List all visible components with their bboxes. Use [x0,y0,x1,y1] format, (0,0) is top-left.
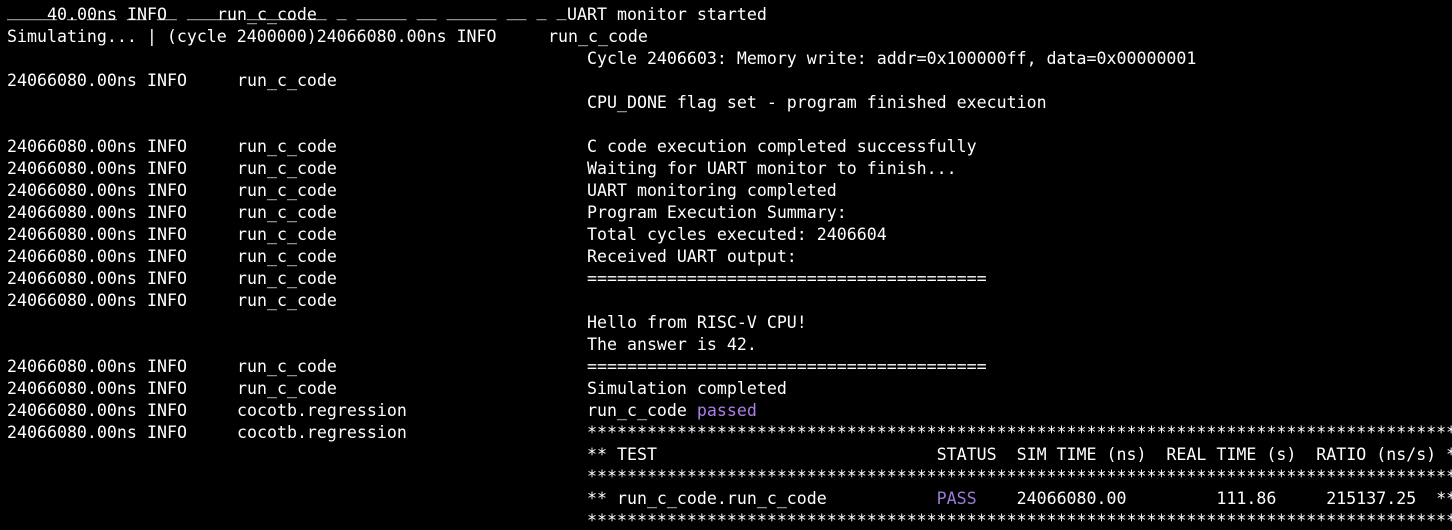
log-source: run_c_code [237,247,337,266]
log-timestamp: 24066080.00ns [7,379,137,398]
log-message: Program Execution Summary: [587,203,847,222]
summary-separator-row: ****************************************… [7,466,1452,488]
log-timestamp: 24066080.00ns [7,401,137,420]
log-timestamp: 24066080.00ns [7,291,137,310]
log-source: run_c_code [237,225,337,244]
test-result-message: run_c_code passed [587,400,757,422]
log-timestamp: 24066080.00ns [7,181,137,200]
summary-separator: ****************************************… [587,467,1452,486]
log-line: 24066080.00ns INFO run_c_code Received U… [7,246,797,268]
log-source: run_c_code [548,27,648,46]
log-level: INFO [147,357,187,376]
log-timestamp: 24066080.00ns [7,247,137,266]
log-source: run_c_code [237,71,337,90]
log-message: UART monitor started [567,5,767,24]
summary-header: ** TEST STATUS SIM TIME (ns) REAL TIME (… [587,445,1452,464]
log-message: Total cycles executed: 2406604 [587,225,887,244]
log-message: Waiting for UART monitor to finish... [587,159,957,178]
log-timestamp: 24066080.00ns [7,71,137,90]
log-source: run_c_code [237,181,337,200]
separator-line: ======================================== [587,269,987,288]
summary-result: ** run_c_code.run_c_code PASS 24066080.0… [587,488,1452,510]
log-message: CPU_DONE flag set - program finished exe… [587,93,1047,112]
log-source: run_c_code [237,137,337,156]
log-line: 24066080.00ns INFO run_c_code [7,290,337,312]
summary-bottom-border-row: ****************************************… [7,510,1452,530]
separator-line: ======================================== [587,357,987,376]
log-level: INFO [147,423,187,442]
log-timestamp: 24066080.00ns [7,137,137,156]
log-timestamp: 24066080.00ns [7,269,137,288]
summary-test-name: ** run_c_code.run_c_code [587,489,937,508]
log-source: run_c_code [217,5,317,24]
log-source: run_c_code [237,203,337,222]
simulating-progress: Simulating... | (cycle 2400000)24066080.… [7,27,497,46]
log-level: INFO [147,181,187,200]
log-timestamp: 24066080.00ns [7,357,137,376]
terminal-window[interactable]: _____ _ ___ __ __ _____ _____ __ _ _____… [0,0,1452,530]
summary-status-pass: PASS [936,489,977,508]
log-level: INFO [127,5,167,24]
log-source: cocotb.regression [237,423,407,442]
log-level: INFO [147,401,187,420]
log-line: 24066080.00ns INFO run_c_code Total cycl… [7,224,887,246]
log-level: INFO [147,159,187,178]
log-message: Received UART output: [587,247,797,266]
log-line: 24066080.00ns INFO cocotb.regression run… [7,400,757,422]
log-timestamp: 24066080.00ns [7,423,137,442]
log-message: C code execution completed successfully [587,137,977,156]
log-source: run_c_code [237,291,337,310]
log-level: INFO [147,269,187,288]
log-source: cocotb.regression [237,401,407,420]
log-level: INFO [147,247,187,266]
log-level: INFO [147,71,187,90]
log-message: UART monitoring completed [587,181,837,200]
log-source: run_c_code [237,159,337,178]
test-name: run_c_code [587,401,687,420]
log-line: 24066080.00ns INFO run_c_code C code exe… [7,136,977,158]
log-line: 24066080.00ns INFO run_c_code UART monit… [7,180,837,202]
log-message: Cycle 2406603: Memory write: addr=0x1000… [587,49,1197,68]
uart-output-line: Hello from RISC-V CPU! [7,312,807,334]
log-level: INFO [147,203,187,222]
log-timestamp: 24066080.00ns [7,203,137,222]
log-line-cpu-done-message: CPU_DONE flag set - program finished exe… [7,92,1047,114]
log-line: 24066080.00ns INFO run_c_code Waiting fo… [7,158,957,180]
uart-output-text: Hello from RISC-V CPU! [587,313,807,332]
log-line: 24066080.00ns INFO run_c_code Program Ex… [7,202,847,224]
log-level: INFO [147,225,187,244]
log-source: run_c_code [237,379,337,398]
log-line-simulating: Simulating... | (cycle 2400000)24066080.… [7,26,648,48]
log-source: run_c_code [237,269,337,288]
log-line: 24066080.00ns INFO run_c_code Simulation… [7,378,787,400]
log-source: run_c_code [237,357,337,376]
log-line: 24066080.00ns INFO run_c_code ==========… [7,356,987,378]
log-line: 24066080.00ns INFO run_c_code ==========… [7,268,987,290]
summary-result-row: ** run_c_code.run_c_code PASS 24066080.0… [7,488,1452,510]
summary-border: ****************************************… [587,423,1452,442]
log-line-uart-started: 40.00ns INFO run_c_code UART monitor sta… [7,4,767,26]
log-timestamp: 24066080.00ns [7,225,137,244]
summary-header-row: ** TEST STATUS SIM TIME (ns) REAL TIME (… [7,444,1452,466]
log-timestamp: 24066080.00ns [7,159,137,178]
log-line: 24066080.00ns INFO cocotb.regression ***… [7,422,1452,444]
log-level: INFO [147,291,187,310]
log-level: INFO [147,379,187,398]
log-level: INFO [147,137,187,156]
log-line-memory-write: Cycle 2406603: Memory write: addr=0x1000… [7,48,1196,70]
summary-bottom-border: ****************************************… [587,511,1452,530]
passed-label: passed [696,401,757,420]
log-timestamp: 40.00ns [47,5,117,24]
summary-values: 24066080.00 111.86 215137.25 ** [976,489,1452,508]
uart-output-text: The answer is 42. [587,335,757,354]
log-line-cpu-done: 24066080.00ns INFO run_c_code [7,70,337,92]
log-message: Simulation completed [587,379,787,398]
uart-output-line: The answer is 42. [7,334,757,356]
